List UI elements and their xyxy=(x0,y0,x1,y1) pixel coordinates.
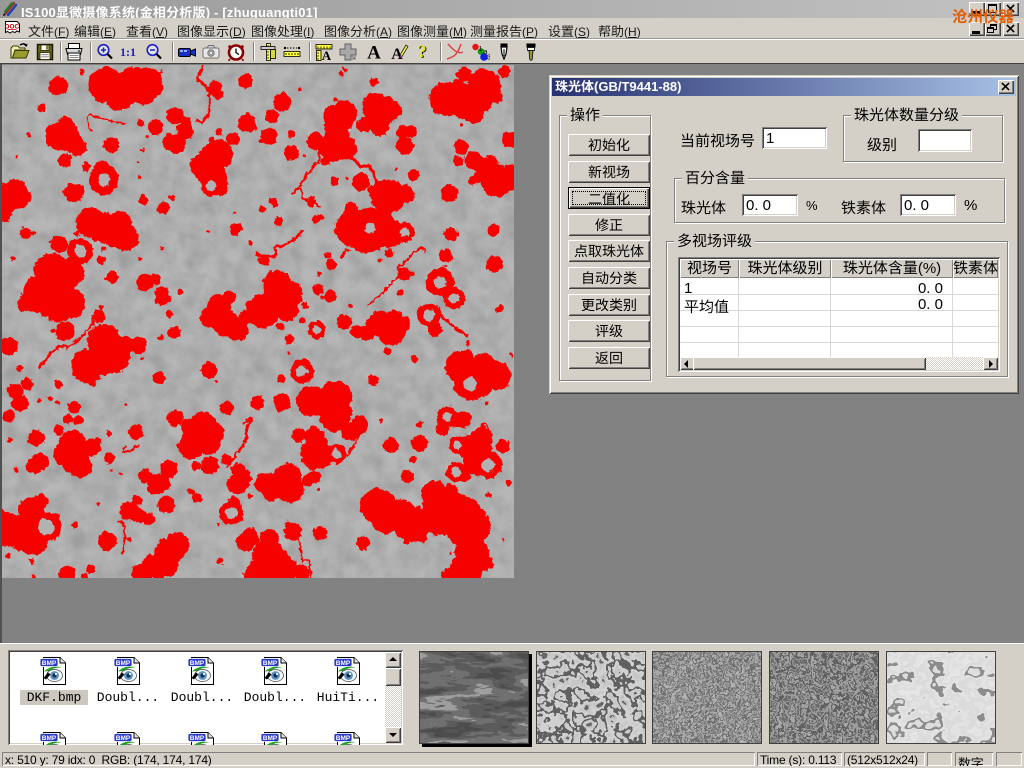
svg-text:3: 3 xyxy=(487,55,490,62)
svg-text:BMP: BMP xyxy=(42,735,57,742)
svg-text:BMP: BMP xyxy=(190,735,205,742)
svg-text:1: 1 xyxy=(479,46,483,53)
svg-text:A: A xyxy=(322,48,332,62)
svg-text:BMP: BMP xyxy=(42,660,57,667)
svg-text:A: A xyxy=(367,43,381,63)
svg-text:BMP: BMP xyxy=(116,735,131,742)
svg-text:BMP: BMP xyxy=(336,660,351,667)
svg-text:BMP: BMP xyxy=(190,660,205,667)
svg-text:?: ? xyxy=(418,42,427,61)
svg-text:BMP: BMP xyxy=(263,735,278,742)
svg-text:BMP: BMP xyxy=(116,660,131,667)
svg-text:BMP: BMP xyxy=(336,735,351,742)
svg-text:BMP: BMP xyxy=(263,660,278,667)
svg-text:1:1: 1:1 xyxy=(120,45,136,59)
